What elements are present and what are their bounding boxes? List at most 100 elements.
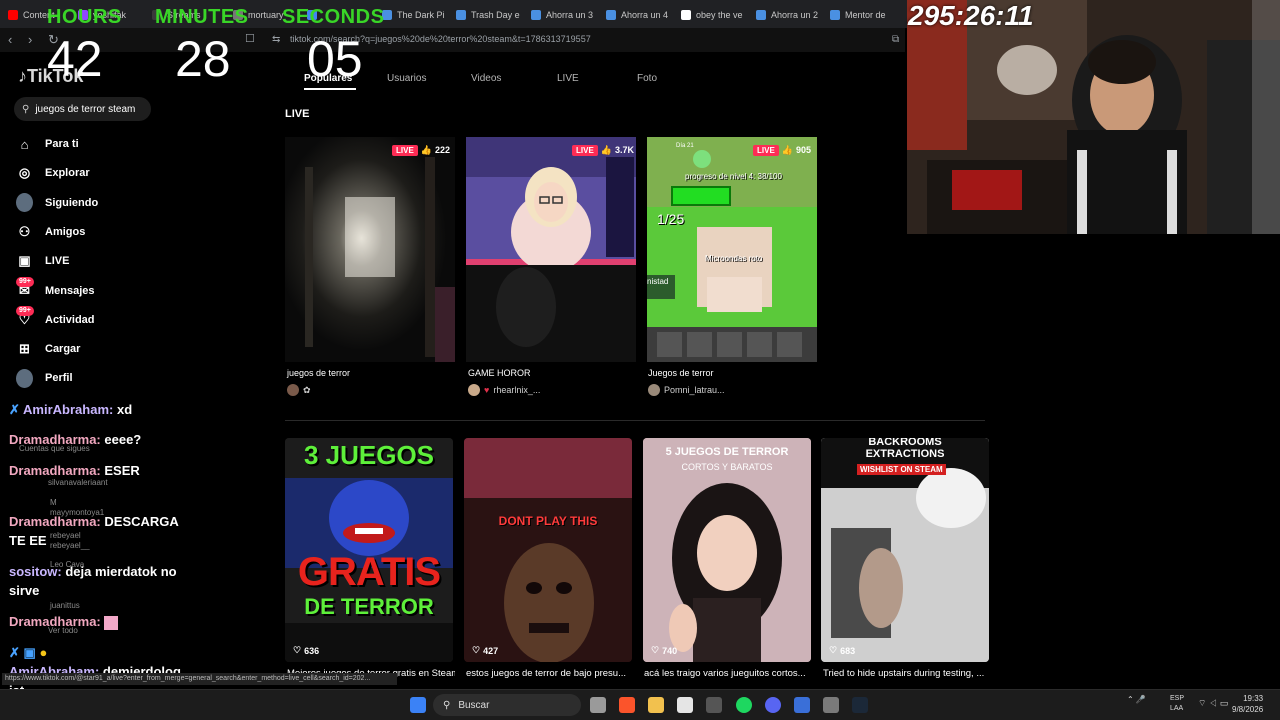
sidebar-item-mensajes[interactable]: ✉ 99+ Mensajes	[16, 277, 95, 302]
tab-favicon-icon	[8, 10, 18, 20]
avatar	[648, 384, 660, 396]
steam-icon[interactable]	[852, 697, 868, 713]
video-card[interactable]: 5 JUEGOS DE TERROR CORTOS Y BARATOS ♡ 740	[643, 438, 811, 662]
live-card-user[interactable]: Pomni_latrau...	[648, 384, 725, 396]
search-icon: ⚲	[443, 699, 451, 711]
like-count: ♡ 683	[829, 645, 856, 656]
notification-badge: 99+	[16, 306, 34, 317]
system-clock[interactable]: 19:33 9/8/2026	[1232, 693, 1263, 715]
like-count: ♡ 636	[293, 645, 320, 656]
live-card[interactable]: LIVE 👍 3.7K	[466, 137, 636, 362]
browser-tab[interactable]: Mentor de	[830, 4, 900, 26]
tray-icons[interactable]: ⌃ 🎤	[1127, 695, 1150, 704]
live-thumbnail	[285, 137, 455, 362]
windows-start-icon[interactable]	[410, 697, 426, 713]
minutes-label: MINUTES	[155, 6, 249, 28]
tab-favicon-icon	[756, 10, 766, 20]
forward-icon[interactable]: ›	[28, 32, 32, 47]
capcut-icon[interactable]	[677, 697, 693, 713]
video-title[interactable]: estos juegos de terror de bajo presu...	[466, 668, 634, 679]
emote-icon	[104, 615, 119, 630]
sidebar-item-amigos[interactable]: ⚇ Amigos	[16, 221, 86, 243]
video-card[interactable]: 3 JUEGOS GRATIS DE TERROR ♡ 636	[285, 438, 453, 662]
link-preview: https://www.tiktok.com/@star91_a/live?en…	[2, 673, 397, 685]
site-settings-icon[interactable]: ⇆	[272, 34, 280, 45]
live-card[interactable]: Día 21 progreso de nivel 4: 38/100 1/25 …	[647, 137, 817, 362]
browser-tab[interactable]: Ahorra un 2	[756, 4, 826, 26]
back-icon[interactable]: ‹	[8, 32, 12, 47]
thumbnail-text: EXTRACTIONS	[865, 448, 945, 460]
thumbnail-text: WISHLIST ON STEAM	[857, 464, 946, 475]
live-card-title[interactable]: juegos de terror	[287, 368, 350, 378]
search-input[interactable]: ⚲ juegos de terror steam	[14, 97, 151, 121]
sidebar-item-label: Explorar	[45, 167, 90, 180]
task-view-icon[interactable]	[590, 697, 606, 713]
sidebar-item-siguiendo[interactable]: Siguiendo	[16, 192, 98, 214]
game-day-label: Día 21	[676, 143, 694, 149]
browser-tab[interactable]: obey the ve	[681, 4, 751, 26]
browser-tab[interactable]: Trash Day e	[456, 4, 526, 26]
tab-populares[interactable]: Populares	[304, 73, 352, 84]
bookmark-icon[interactable]: ☐	[245, 32, 255, 45]
webcam-feed	[907, 0, 1280, 234]
chat-badges: ✗ ▣ ●	[9, 643, 47, 662]
translate-icon[interactable]: ⧉	[892, 34, 899, 45]
spotify-icon[interactable]	[736, 697, 752, 713]
tab-favicon-icon	[681, 10, 691, 20]
video-title[interactable]: Tried to hide upstairs during testing, .…	[823, 668, 991, 679]
like-count: ♡ 427	[472, 645, 499, 656]
badge-icon: ▣	[23, 645, 36, 660]
live-card-title[interactable]: Juegos de terror	[648, 368, 714, 378]
browser-tab[interactable]: Ahorra un 4	[606, 4, 676, 26]
avatar	[16, 368, 33, 388]
tab-favicon-icon	[456, 10, 466, 20]
browser-tab[interactable]: Ahorra un 3	[531, 4, 601, 26]
sidebar-item-live[interactable]: ▣ LIVE	[16, 250, 69, 272]
heart-icon: ♡	[472, 645, 481, 655]
store-icon[interactable]	[823, 697, 839, 713]
live-card[interactable]: LIVE 👍 222	[285, 137, 455, 362]
video-card[interactable]: BACKROOMS EXTRACTIONS WISHLIST ON STEAM …	[821, 438, 989, 662]
live-card-user[interactable]: ♥ rhearlnix_...	[468, 384, 540, 396]
tab-usuarios[interactable]: Usuarios	[387, 73, 426, 84]
live-card-title[interactable]: GAME HOROR	[468, 368, 531, 378]
sidebar-item-label: Perfil	[45, 372, 73, 385]
tab-videos[interactable]: Videos	[471, 73, 501, 84]
heart-icon: ♡	[651, 645, 660, 655]
live-thumbnail	[647, 137, 817, 362]
sword-icon: ✗	[9, 402, 20, 417]
sidebar-item-perfil[interactable]: Perfil	[16, 367, 73, 389]
sidebar-item-label: Para ti	[45, 138, 79, 150]
brave-icon[interactable]	[619, 697, 635, 713]
friends-icon: ⚇	[18, 223, 31, 239]
file-explorer-icon[interactable]	[648, 697, 664, 713]
sidebar-item-explorar[interactable]: ◎ Explorar	[16, 162, 90, 184]
thumbs-up-icon: 👍	[420, 144, 432, 155]
obs-icon[interactable]	[706, 697, 722, 713]
live-card-user[interactable]: ✿	[287, 384, 311, 396]
game-caption: Microondas roto	[705, 254, 763, 263]
sidebar-item-para-ti[interactable]: ⌂ Para ti	[16, 133, 79, 155]
chat-message: sositow: deja mierdatok no sirve	[9, 564, 177, 598]
sidebar-item-cargar[interactable]: ⊞ Cargar	[16, 338, 80, 360]
like-count: ♡ 740	[651, 645, 678, 656]
edge-icon[interactable]	[794, 697, 810, 713]
taskbar-search[interactable]: ⚲ Buscar	[433, 694, 581, 716]
chat-message: ✗ AmirAbraham: xd	[9, 402, 133, 417]
video-title[interactable]: acá les traigo varios jueguitos cortos..…	[644, 668, 812, 679]
hours-value: 42	[47, 31, 103, 87]
sidebar-item-label: Mensajes	[45, 284, 95, 297]
browser-tab[interactable]: The Dark Pi	[382, 4, 452, 26]
tab-live[interactable]: LIVE	[557, 73, 579, 84]
video-card[interactable]: DONT PLAY THIS ♡ 427	[464, 438, 632, 662]
network-volume-icons[interactable]: ⌔ ◁ ▭	[1198, 698, 1228, 709]
language-indicator[interactable]: ESP LAA	[1170, 694, 1184, 714]
live-badge: LIVE 👍 3.7K	[572, 143, 634, 157]
tab-favicon-icon	[830, 10, 840, 20]
sidebar-item-actividad[interactable]: ♡ 99+ Actividad	[16, 306, 95, 331]
game-progress-label: progreso de nivel 4: 38/100	[685, 172, 782, 181]
discord-icon[interactable]	[765, 697, 781, 713]
thumbnail-text: 3 JUEGOS	[303, 440, 435, 470]
avatar	[468, 384, 480, 396]
tab-foto[interactable]: Foto	[637, 73, 657, 84]
